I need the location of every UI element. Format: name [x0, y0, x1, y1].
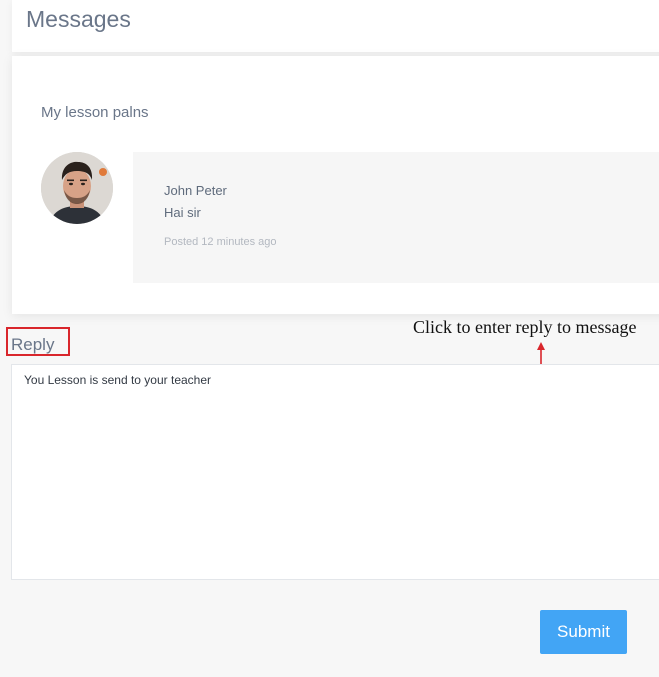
message-bubble: John Peter Hai sir Posted 12 minutes ago	[133, 152, 659, 283]
message-thread-card: My lesson palns John Peter Hai sir Poste…	[12, 56, 659, 314]
page-title: Messages	[26, 6, 131, 32]
sender-name: John Peter	[164, 183, 227, 198]
thread-title: My lesson palns	[41, 104, 149, 121]
page: Messages My lesson palns John Peter Hai …	[0, 0, 659, 677]
posted-timestamp: Posted 12 minutes ago	[164, 236, 277, 248]
reply-label-highlight: Reply	[6, 327, 70, 356]
reply-textarea[interactable]: You Lesson is send to your teacher	[11, 364, 659, 580]
user-avatar-photo	[41, 152, 113, 224]
page-header: Messages	[12, 0, 659, 52]
reply-label: Reply	[11, 335, 55, 354]
avatar	[41, 152, 113, 224]
annotation-text: Click to enter reply to message	[413, 317, 637, 337]
message-body: Hai sir	[164, 205, 201, 220]
submit-button[interactable]: Submit	[540, 610, 627, 654]
